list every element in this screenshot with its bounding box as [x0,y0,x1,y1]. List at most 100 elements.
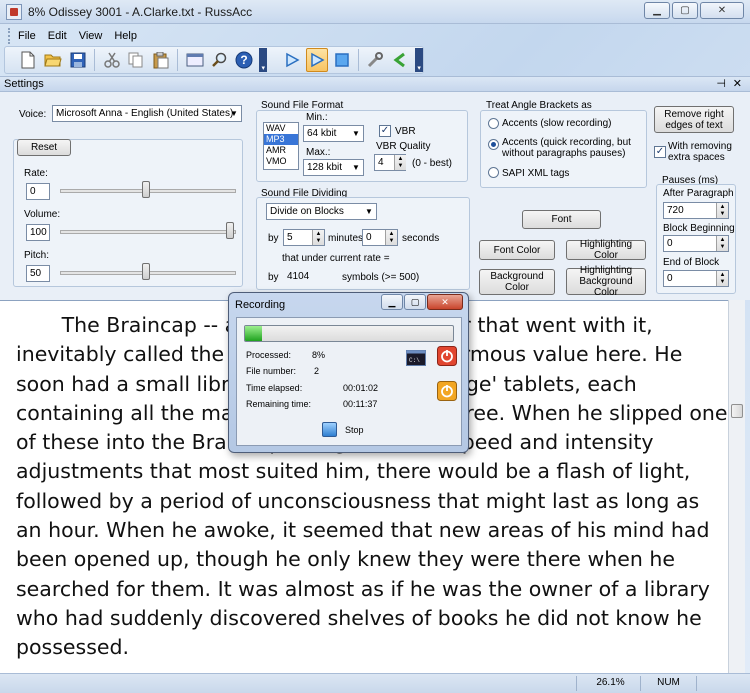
menu-file[interactable]: File [18,30,36,42]
format-option-selected[interactable]: MP3 [264,134,298,145]
max-bitrate-select[interactable]: 128 kbit ▼ [303,159,364,176]
voice-select[interactable]: Microsoft Anna - English (United States)… [52,105,242,122]
power-red-icon[interactable] [437,346,457,366]
menu-edit[interactable]: Edit [48,30,67,42]
open-button[interactable] [42,48,65,72]
settings-panel: Voice: Microsoft Anna - English (United … [0,92,750,300]
toolbar: ? ▾ ▾ [4,46,424,74]
remove-extra-spaces-checkbox[interactable]: ✓ [654,146,666,158]
extra-spaces-label-2: extra spaces [668,152,725,163]
rate-label: Rate: [24,168,48,179]
settings-title: Settings [4,78,44,90]
after-paragraph-spinner[interactable]: ▲ ▼ [716,203,728,218]
symbols-label: symbols (>= 500) [342,272,420,283]
menu-view[interactable]: View [79,30,103,42]
maximize-button[interactable]: ▢ [672,2,698,19]
angle-option-sapi-label: SAPI XML tags [502,168,570,179]
format-option[interactable]: VMO [264,156,298,167]
minutes-spinner[interactable]: ▲ ▼ [312,230,324,245]
toolbar-gap [272,49,276,71]
highlighting-color-button[interactable]: Highlighting Color [566,239,646,261]
toolbar-separator [358,49,359,71]
seconds-spinner[interactable]: ▲ ▼ [385,230,397,245]
file-number-label: File number: [246,366,297,376]
tools-icon [368,52,384,68]
help-button[interactable]: ? [233,48,256,72]
volume-field[interactable]: 100 [26,224,50,241]
save-button[interactable] [66,48,89,72]
menu-help[interactable]: Help [114,30,137,42]
dialog-minimize-button[interactable]: ▁ [381,294,403,310]
processed-label: Processed: [246,350,292,360]
toolbar-separator [177,49,179,71]
toolbar-overflow-chevron-2[interactable]: ▾ [415,48,423,72]
block-beginning-spinner[interactable]: ▲ ▼ [716,236,728,251]
close-button[interactable]: ✕ [700,2,744,19]
paste-icon [153,51,169,68]
cut-button[interactable] [100,48,123,72]
back-button[interactable] [389,48,412,72]
pin-icon[interactable]: ⊣ [716,77,726,92]
minimize-button[interactable]: ▁ [644,2,670,19]
status-empty [696,676,746,691]
chevron-down-icon: ▼ [365,207,373,216]
by-label-2: by [268,272,279,283]
paste-button[interactable] [150,48,173,72]
vbr-quality-spinner[interactable]: ▲ ▼ [394,155,406,170]
scrollbar-thumb[interactable] [731,404,743,418]
format-listbox[interactable]: WAV MP3 AMR VMO [263,122,299,170]
pitch-field[interactable]: 50 [26,265,50,282]
angle-option-quick-radio[interactable] [488,139,499,150]
angle-option-slow-radio[interactable] [488,118,499,129]
app-icon[interactable] [6,3,22,20]
angle-option-quick-label-1: Accents (quick recording, but [502,137,631,148]
dialog-close-button[interactable]: ✕ [427,294,463,310]
window-button[interactable] [183,48,206,72]
format-option[interactable]: AMR [264,145,298,156]
remove-right-label-1: Remove right [664,108,724,120]
end-of-block-label: End of Block [663,257,720,268]
angle-option-sapi-radio[interactable] [488,167,499,178]
reset-button[interactable]: Reset [17,139,71,156]
volume-slider-thumb[interactable] [226,222,234,239]
play-button[interactable] [281,48,304,72]
pitch-slider-thumb[interactable] [142,263,150,280]
settings-close-icon[interactable]: ✕ [733,77,742,92]
by-label: by [268,233,279,244]
end-of-block-spinner[interactable]: ▲ ▼ [716,271,728,286]
after-paragraph-label: After Paragraph [663,188,734,199]
seconds-value: 0 [366,232,372,243]
chevron-down-icon: ▼ [352,129,360,138]
vbr-checkbox[interactable]: ✓ [379,125,391,137]
background-color-button[interactable]: Background Color [479,269,555,295]
cmd-icon[interactable]: C:\ [406,350,426,366]
stop-recording-button[interactable]: Stop [322,422,364,437]
min-bitrate-select[interactable]: 64 kbit ▼ [303,125,364,142]
rate-slider-thumb[interactable] [142,181,150,198]
font-color-button[interactable]: Font Color [479,240,555,260]
toolbar-overflow-chevron[interactable]: ▾ [259,48,268,72]
dialog-maximize-button[interactable]: ▢ [404,294,426,310]
power-orange-icon[interactable] [437,381,457,401]
copy-button[interactable] [125,48,148,72]
font-button[interactable]: Font [522,210,601,229]
vertical-scrollbar[interactable] [728,300,745,673]
processed-value: 8% [312,350,326,360]
record-play-button[interactable] [305,48,329,72]
pitch-label: Pitch: [24,250,50,261]
min-bitrate-value: 64 kbit [307,128,337,139]
format-option[interactable]: WAV [264,123,298,134]
new-button[interactable] [17,48,40,72]
highlighting-background-color-button[interactable]: Highlighting Background Color [566,265,646,298]
end-of-block-value: 0 [667,273,673,284]
divide-mode-select[interactable]: Divide on Blocks ▼ [266,203,377,220]
volume-slider-track[interactable] [60,230,236,234]
new-icon [21,51,35,69]
find-button[interactable] [208,48,231,72]
remove-right-edges-button[interactable]: Remove right edges of text [654,106,734,133]
rate-field[interactable]: 0 [26,183,50,200]
stop-button[interactable] [330,48,353,72]
max-bitrate-label: Max.: [306,147,331,158]
vbr-quality-hint: (0 - best) [412,158,453,169]
tools-button[interactable] [364,48,387,72]
